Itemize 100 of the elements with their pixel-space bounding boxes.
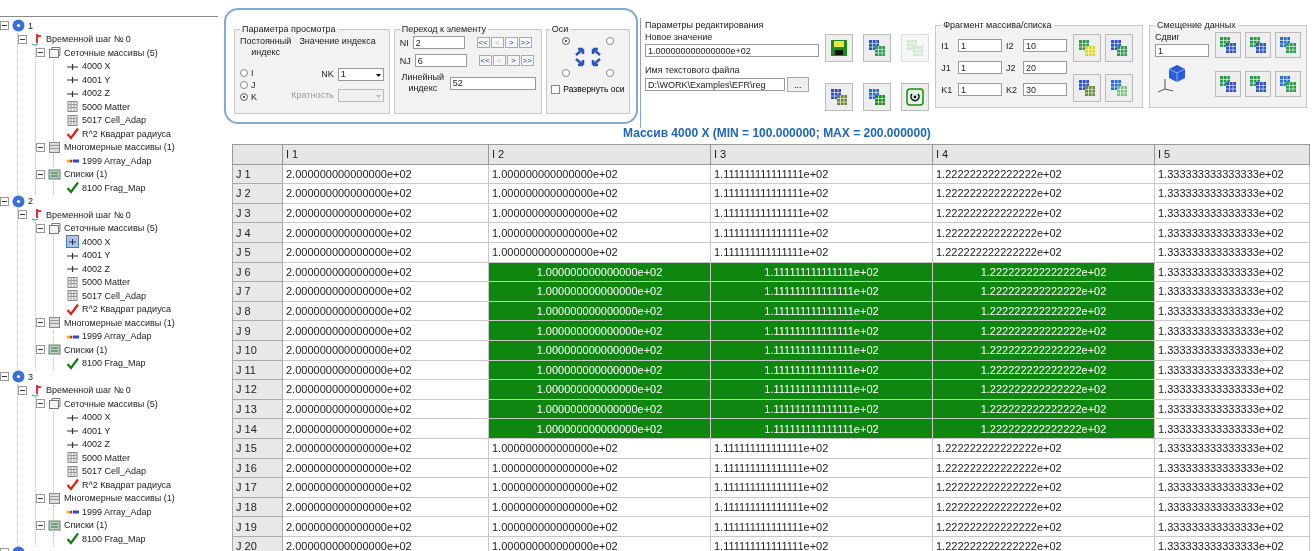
table-cell[interactable]: 1.333333333333333e+02 [1154,438,1310,458]
table-cell[interactable]: 2.000000000000000e+02 [282,399,489,419]
radio-button[interactable] [561,37,570,45]
row-header[interactable]: J 10 [232,340,283,361]
tree-item[interactable]: 5017 Cell_Adap [82,115,147,126]
tree-item[interactable]: 4000 X [82,61,111,72]
tree-item[interactable]: Списки (1) [64,169,108,180]
row-header[interactable]: J 3 [232,203,283,223]
table-cell[interactable]: 1.333333333333333e+02 [1154,164,1310,184]
row-header[interactable]: J 16 [232,458,283,478]
table-cell[interactable]: 1.000000000000000e+02 [488,164,711,184]
tree-item[interactable]: 1999 Array_Adap [82,155,152,166]
tree-item[interactable]: 5000 Matter [82,452,131,463]
table-cell[interactable]: 1.333333333333333e+02 [1154,203,1310,223]
tree-item[interactable]: Временной шаг № 0 [46,34,131,45]
row-header[interactable]: J 18 [232,497,283,517]
table-cell[interactable]: 1.333333333333333e+02 [1154,497,1310,517]
table-cell[interactable]: 1.333333333333333e+02 [1154,360,1310,380]
table-cell[interactable]: 1.333333333333333e+02 [1154,418,1310,439]
collapse-icon[interactable] [36,48,45,58]
table-cell[interactable]: 2.000000000000000e+02 [282,281,489,302]
table-cell[interactable]: 2.000000000000000e+02 [282,203,489,223]
table-cell[interactable]: 1.333333333333333e+02 [1154,183,1310,204]
table-cell[interactable]: 1.000000000000000e+02 [488,222,711,243]
tree-item[interactable]: Списки (1) [64,520,108,531]
tree-item[interactable]: 4001 Y [82,425,111,436]
tree-item[interactable]: 4002 Z [82,88,111,99]
tree-item[interactable]: 5000 Matter [82,101,131,112]
tree-item[interactable]: 8100 Frag_Map [82,533,146,544]
input-field[interactable]: 10 [1023,39,1067,52]
table-cell[interactable]: 2.000000000000000e+02 [282,340,489,361]
table-cell[interactable]: 1.222222222222222e+02 [932,458,1155,478]
collapse-icon[interactable] [36,520,45,530]
table-cell[interactable]: 1.333333333333333e+02 [1154,516,1310,537]
table-cell[interactable]: 1.333333333333333e+02 [1154,301,1310,321]
table-cell[interactable]: 1.000000000000000e+02 [488,183,711,204]
table-cell[interactable]: 1.222222222222222e+02 [932,242,1155,263]
toolbar-button[interactable] [1073,73,1101,102]
checkbox[interactable]: Развернуть оси [551,84,625,94]
column-header[interactable]: I 3 [710,144,933,165]
row-header[interactable]: J 7 [232,281,283,302]
tree-item[interactable]: R^2 Квадрат радиуса [82,304,172,315]
table-cell[interactable]: 1.000000000000000e+02 [488,477,711,498]
table-cell[interactable]: 1.222222222222222e+02 [932,203,1155,223]
toolbar-button[interactable] [1215,70,1241,97]
nav-button[interactable]: << [478,55,492,66]
tree-item[interactable]: Временной шаг № 0 [46,385,131,396]
tree-item[interactable]: Сеточные массивы (5) [64,223,158,234]
nav-button[interactable]: > [504,37,518,48]
row-header[interactable]: J 8 [232,301,283,321]
tree-item[interactable]: 4000 X [82,236,111,247]
radio-button[interactable] [605,69,614,77]
toolbar-button[interactable] [901,83,930,111]
tree-item[interactable]: 5017 Cell_Adap [82,290,147,301]
table-cell[interactable]: 2.000000000000000e+02 [282,418,489,439]
tree-item[interactable]: 4002 Z [82,439,111,450]
input-field[interactable]: D:\WORK\Examples\EFR\reg [645,78,785,91]
table-cell[interactable]: 2.000000000000000e+02 [282,458,489,478]
input-field[interactable]: 52 [449,76,536,90]
toolbar-button[interactable] [1215,32,1241,58]
table-cell[interactable]: 2.000000000000000e+02 [282,262,489,282]
row-header[interactable]: J 12 [232,379,283,400]
table-cell[interactable]: 2.000000000000000e+02 [282,183,489,204]
table-cell[interactable]: 1.222222222222222e+02 [932,497,1155,517]
table-cell[interactable]: 1.222222222222222e+02 [932,516,1155,537]
table-cell[interactable]: 2.000000000000000e+02 [282,477,489,498]
tree-item[interactable]: 3 [28,371,33,382]
nav-button[interactable]: << [476,37,490,48]
nav-button[interactable]: >> [518,37,532,48]
tree-item[interactable]: 1999 Array_Adap [82,331,152,342]
input-field[interactable]: 2 [412,36,465,49]
input-field[interactable]: 1 [958,61,1003,74]
table-cell[interactable]: 1.333333333333333e+02 [1154,399,1310,419]
table-cell[interactable]: 2.000000000000000e+02 [282,516,489,537]
input-field[interactable]: 1 [958,83,1003,96]
table-cell[interactable]: 2.000000000000000e+02 [282,497,489,517]
collapse-icon[interactable] [36,493,45,503]
table-cell[interactable]: 1.111111111111111e+02 [710,497,933,517]
toolbar-button[interactable] [863,34,892,62]
table-cell[interactable]: 1.000000000000000e+02 [488,516,711,537]
table-cell[interactable]: 1.111111111111111e+02 [710,183,933,204]
input-field[interactable]: 1.000000000000000e+02 [645,44,820,57]
table-cell[interactable]: 2.000000000000000e+02 [282,222,489,243]
table-cell[interactable]: 1.000000000000000e+02 [488,497,711,517]
tree-item[interactable]: 1999 Array_Adap [82,506,152,517]
table-cell[interactable]: 1.111111111111111e+02 [710,516,933,537]
radio-button[interactable]: J [240,79,292,90]
table-cell[interactable]: 1.111111111111111e+02 [710,203,933,223]
table-cell[interactable]: 1.111111111111111e+02 [710,458,933,478]
table-cell[interactable]: 2.000000000000000e+02 [282,164,489,184]
collapse-icon[interactable] [36,399,45,409]
table-cell[interactable]: 1.333333333333333e+02 [1154,477,1310,498]
row-header[interactable]: J 9 [232,320,283,341]
collapse-icon[interactable] [36,223,45,233]
tree-item[interactable]: 4001 Y [82,250,111,261]
table-cell[interactable]: 1.000000000000000e+02 [488,203,711,223]
table-cell[interactable]: 1.333333333333333e+02 [1154,379,1310,400]
row-header[interactable]: J 11 [232,360,283,380]
nav-button[interactable]: >> [520,55,534,66]
collapse-icon[interactable] [36,169,45,179]
